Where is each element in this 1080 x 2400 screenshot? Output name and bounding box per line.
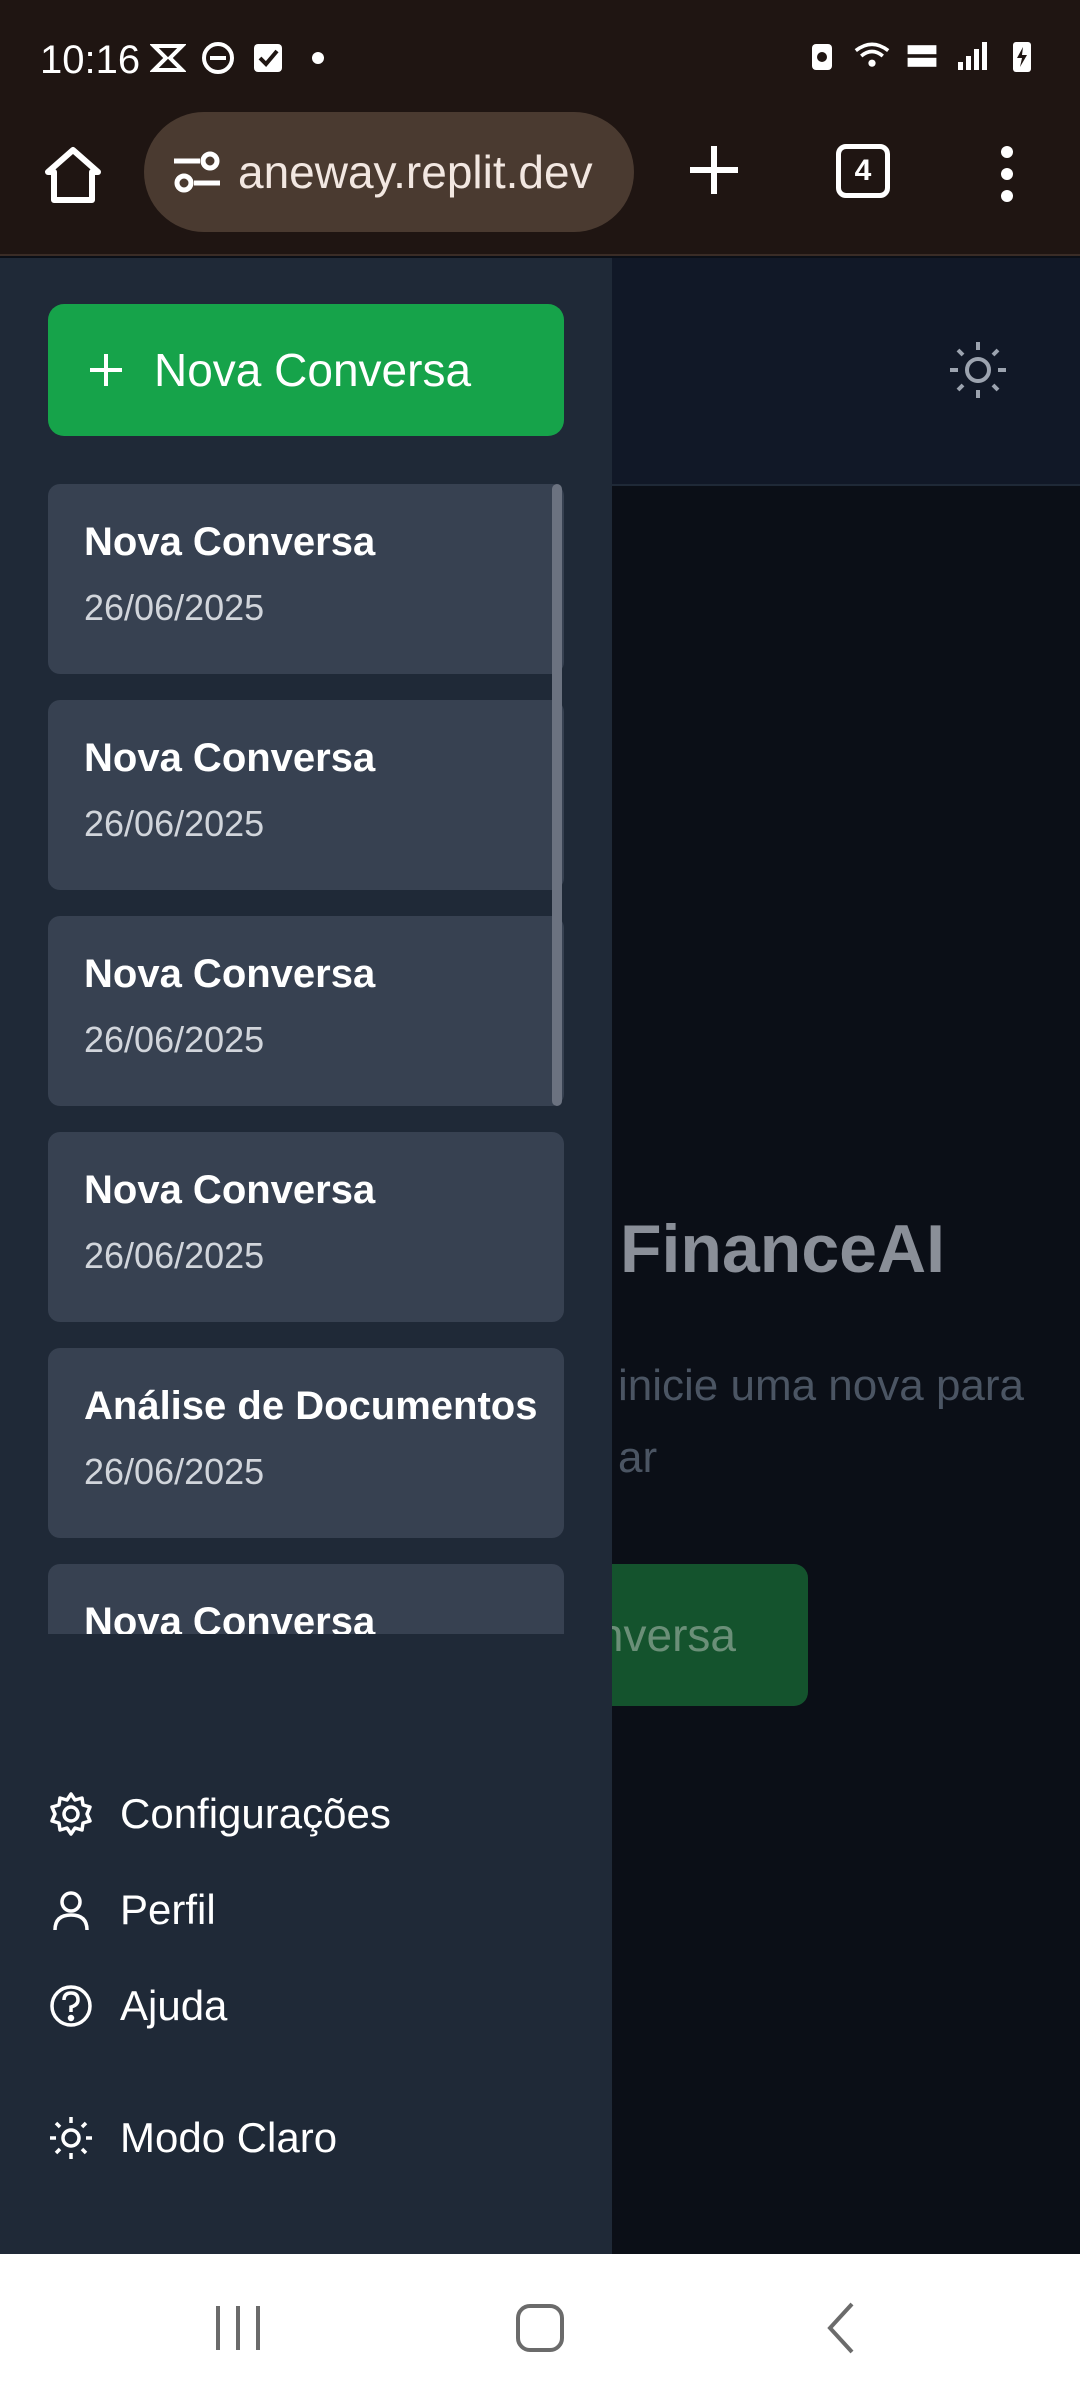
- conversation-item[interactable]: Nova Conversa 26/06/2025: [48, 916, 564, 1106]
- new-conversation-label: Nova Conversa: [154, 344, 472, 396]
- battery-saver-icon: [804, 38, 840, 74]
- wifi-icon: [854, 38, 890, 74]
- recent-apps-icon[interactable]: [208, 2298, 268, 2358]
- settings-label: Configurações: [120, 1790, 391, 1837]
- user-icon: [53, 1891, 89, 1931]
- conversation-title: Nova Conversa: [84, 520, 376, 564]
- conversation-title: Nova Conversa: [84, 1168, 376, 1212]
- profile-menu-item[interactable]: Perfil: [48, 1886, 216, 1934]
- profile-label: Perfil: [120, 1886, 216, 1933]
- system-icons: [804, 38, 1040, 74]
- status-time: 10:16: [40, 38, 141, 82]
- welcome-subtitle-line: ar: [618, 1433, 658, 1482]
- new-tab-icon[interactable]: [686, 142, 742, 198]
- welcome-title: FinanceAI: [620, 1211, 945, 1287]
- settings-menu-item[interactable]: Configurações: [48, 1790, 391, 1838]
- notification-icons: [150, 40, 336, 76]
- conversation-item[interactable]: Nova Conversa: [48, 1564, 564, 1634]
- conversation-date: 26/06/2025: [84, 1235, 265, 1276]
- sidebar-drawer: Nova Conversa Nova Conversa 26/06/2025 N…: [0, 258, 612, 2254]
- browser-toolbar: aneway.replit.dev 4: [0, 110, 1080, 256]
- welcome-subtitle-line: inicie uma nova para: [618, 1361, 1025, 1410]
- sun-icon: [50, 2117, 92, 2159]
- help-circle-icon: [50, 1985, 92, 2027]
- gear-icon: [50, 1792, 92, 1836]
- new-conversation-button[interactable]: Nova Conversa: [48, 304, 564, 436]
- conversation-title: Nova Conversa: [84, 952, 376, 996]
- tab-switcher-button[interactable]: 4: [836, 144, 890, 198]
- site-settings-icon[interactable]: [170, 145, 224, 199]
- conversation-list[interactable]: Nova Conversa 26/06/2025 Nova Conversa 2…: [48, 484, 564, 1634]
- help-label: Ajuda: [120, 1982, 228, 2029]
- task-check-icon: [250, 40, 286, 76]
- theme-toggle-sun-icon[interactable]: [948, 340, 1008, 400]
- plus-icon: [90, 354, 122, 386]
- capcut-icon: [150, 40, 186, 76]
- conversation-date: 26/06/2025: [84, 1451, 265, 1492]
- do-not-disturb-icon: [200, 40, 236, 76]
- conversation-item[interactable]: Nova Conversa 26/06/2025: [48, 484, 564, 674]
- home-icon[interactable]: [40, 142, 106, 208]
- battery-icon: [1004, 38, 1040, 74]
- conversation-item[interactable]: Nova Conversa 26/06/2025: [48, 700, 564, 890]
- conversation-title: Nova Conversa: [84, 1600, 376, 1634]
- light-mode-menu-item[interactable]: Modo Claro: [48, 2114, 337, 2162]
- start-conversation-label: nversa: [597, 1609, 736, 1661]
- conversation-title: Nova Conversa: [84, 736, 376, 780]
- help-menu-item[interactable]: Ajuda: [48, 1982, 227, 2030]
- status-bar: 10:16: [0, 0, 1080, 110]
- conversation-item[interactable]: Nova Conversa 26/06/2025: [48, 1132, 564, 1322]
- conversation-date: 26/06/2025: [84, 587, 265, 628]
- back-icon[interactable]: [812, 2298, 872, 2358]
- address-bar[interactable]: aneway.replit.dev: [144, 112, 634, 232]
- signal-icon: [954, 38, 990, 74]
- conversation-date: 26/06/2025: [84, 1019, 265, 1060]
- dot-icon: [300, 40, 336, 76]
- volte-icon: [904, 38, 940, 74]
- system-nav-bar: [0, 2254, 1080, 2400]
- url-text[interactable]: aneway.replit.dev: [238, 145, 593, 199]
- conversation-list-scrollbar[interactable]: [552, 484, 562, 1106]
- welcome-subtitle: inicie uma nova para ar: [618, 1350, 1078, 1494]
- conversation-item[interactable]: Análise de Documentos 26/06/2025: [48, 1348, 564, 1538]
- home-nav-icon[interactable]: [510, 2298, 570, 2358]
- more-options-icon[interactable]: [990, 144, 1024, 204]
- conversation-title: Análise de Documentos: [84, 1384, 538, 1428]
- conversation-date: 26/06/2025: [84, 803, 265, 844]
- light-mode-label: Modo Claro: [120, 2114, 338, 2161]
